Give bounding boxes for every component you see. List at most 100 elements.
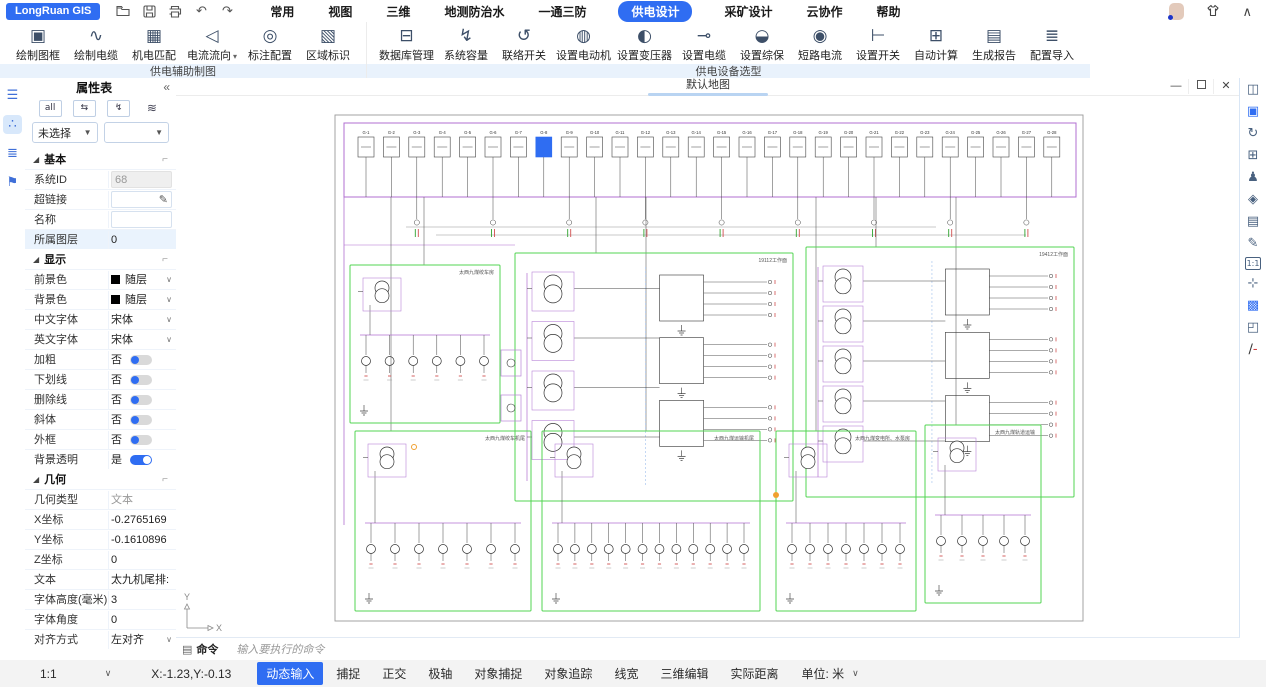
status-toggle-极轴[interactable]: 极轴 — [419, 662, 461, 685]
feeder-cell[interactable]: G-17 — [764, 130, 780, 197]
redo-icon[interactable]: ↷ — [220, 4, 234, 18]
feeder-cell[interactable]: G-15 — [714, 130, 730, 237]
edit-icon[interactable]: ✎ — [159, 191, 168, 208]
feeder-cell[interactable]: G-10 — [587, 130, 603, 197]
canvas-close-icon[interactable]: ✕ — [1213, 79, 1238, 94]
filter-power-icon[interactable]: ↯ — [107, 100, 130, 117]
tool-system-capacity[interactable]: ↯系统容量 — [438, 23, 494, 64]
feeder-cell[interactable]: G-18 — [790, 130, 806, 237]
tool-annotation-config[interactable]: ◎标注配置 — [242, 23, 298, 64]
prop-value[interactable]: 随层∨ — [108, 291, 176, 309]
dropdown-caret-icon[interactable]: ∨ — [166, 271, 172, 289]
menu-采矿设计[interactable]: 采矿设计 — [722, 1, 774, 22]
value-box[interactable]: ✎ — [111, 191, 172, 208]
bookmark-tag-icon[interactable]: ⚑ — [3, 173, 22, 192]
prop-value[interactable]: 左对齐∨ — [108, 631, 176, 649]
tool-short-circuit[interactable]: ◉短路电流 — [792, 23, 848, 64]
feeder-cell[interactable]: G-7 — [510, 130, 526, 197]
prop-value[interactable]: 否 — [108, 351, 176, 369]
prop-value[interactable]: 3 — [108, 591, 176, 609]
feeder-cell[interactable]: G-22 — [891, 130, 907, 197]
print-icon[interactable] — [168, 4, 182, 18]
scale-1-1-icon[interactable]: 1:1 — [1245, 257, 1261, 270]
roam-person-icon[interactable]: ♟ — [1244, 169, 1262, 186]
zoom-ratio[interactable]: 1:1 — [40, 667, 57, 681]
feeder-cell[interactable]: G-19 — [815, 130, 831, 197]
canvas-tab-default-map[interactable]: 默认地图 — [176, 78, 1240, 93]
feeder-cell[interactable]: G-6 — [485, 130, 501, 237]
menu-供电设计[interactable]: 供电设计 — [618, 1, 692, 22]
box-select-icon[interactable]: ▣ — [1244, 103, 1262, 120]
prop-value[interactable]: 否 — [108, 371, 176, 389]
tool-set-cable[interactable]: ⊸设置电缆 — [676, 23, 732, 64]
status-toggle-对象捕捉[interactable]: 对象捕捉 — [465, 662, 531, 685]
section-header-显示[interactable]: ◢显示⌐ — [25, 249, 176, 269]
schematic-section[interactable]: 太西九煤变电所、水泵房 — [776, 431, 916, 611]
schematic-section[interactable]: 太西九煤绞车房 — [350, 265, 500, 423]
prop-value[interactable]: 68 — [108, 171, 176, 188]
feeder-cell[interactable]: G-12 — [637, 130, 653, 237]
filter-swap-icon[interactable]: ⇆ — [73, 100, 96, 117]
tool-region-mark[interactable]: ▧区域标识 — [300, 23, 356, 64]
filter-layers-icon[interactable]: ≋ — [141, 101, 162, 116]
feeder-cell[interactable]: G-9 — [561, 130, 577, 237]
checker-grid-icon[interactable]: ▩ — [1244, 297, 1262, 314]
section-header-基本[interactable]: ◢基本⌐ — [25, 149, 176, 169]
value-box[interactable] — [111, 211, 172, 228]
zoom-caret-icon[interactable]: ∨ — [105, 668, 112, 679]
status-toggle-对象追踪[interactable]: 对象追踪 — [535, 662, 601, 685]
object-browser-icon[interactable]: ∴ — [3, 115, 22, 134]
cube-select-icon[interactable]: ◈ — [1244, 191, 1262, 208]
feeder-cell[interactable]: G-16 — [739, 130, 755, 197]
dropdown-caret-icon[interactable]: ∨ — [166, 291, 172, 309]
rotate-view-icon[interactable]: ↻ — [1244, 125, 1262, 142]
prop-value[interactable]: 否 — [108, 411, 176, 429]
status-toggle-线宽[interactable]: 线宽 — [605, 662, 647, 685]
feeder-cell[interactable]: G-20 — [841, 130, 857, 197]
tool-set-transformer[interactable]: ◐设置变压器 — [615, 23, 674, 64]
feeder-cell[interactable]: G-14 — [688, 130, 704, 197]
prop-value[interactable]: 否 — [108, 391, 176, 409]
command-input[interactable]: 输入要执行的命令 — [236, 641, 324, 657]
feeder-cell[interactable]: G-5 — [460, 130, 476, 197]
toggle-switch[interactable] — [130, 435, 152, 445]
status-toggle-动态输入[interactable]: 动态输入 — [257, 662, 323, 685]
tool-set-motor[interactable]: ◍设置电动机 — [554, 23, 613, 64]
prop-value[interactable]: 否 — [108, 431, 176, 449]
dropdown-caret-icon[interactable]: ∨ — [166, 311, 172, 329]
undo-icon[interactable]: ↶ — [194, 4, 208, 18]
draw-annotate-icon[interactable]: ✎ — [1244, 235, 1262, 252]
section-header-几何[interactable]: ◢几何⌐ — [25, 469, 176, 489]
tool-electromech-match[interactable]: ▦机电匹配 — [126, 23, 182, 64]
menu-三维[interactable]: 三维 — [384, 1, 412, 22]
tool-config-import[interactable]: ≣配置导入 — [1024, 23, 1080, 64]
prop-value[interactable]: 0 — [108, 611, 176, 629]
feeder-cell[interactable]: G-11 — [612, 130, 628, 197]
feeder-cell[interactable]: G-27 — [1018, 130, 1034, 237]
status-toggle-实际距离[interactable]: 实际距离 — [721, 662, 787, 685]
save-icon[interactable] — [142, 4, 156, 18]
dropdown-caret-icon[interactable]: ∨ — [166, 331, 172, 349]
prop-value[interactable]: 是 — [108, 451, 176, 469]
viewport-window-icon[interactable]: ▤ — [1244, 213, 1262, 230]
prop-value[interactable]: ✎ — [108, 191, 176, 208]
menu-视图[interactable]: 视图 — [326, 1, 354, 22]
feeder-cell[interactable]: G-21 — [866, 130, 882, 237]
tool-set-protection[interactable]: ◒设置综保 — [734, 23, 790, 64]
menu-地测防治水[interactable]: 地测防治水 — [442, 1, 506, 22]
menu-帮助[interactable]: 帮助 — [875, 1, 903, 22]
schematic-section[interactable]: 太西九煤轨道运输 — [925, 425, 1041, 603]
toggle-switch[interactable] — [130, 375, 152, 385]
grid-map-icon[interactable]: ⊞ — [1244, 147, 1262, 164]
feeder-cell[interactable]: G-3 — [409, 130, 425, 237]
toggle-switch[interactable] — [130, 415, 152, 425]
user-avatar[interactable] — [1169, 3, 1184, 20]
menu-常用[interactable]: 常用 — [268, 1, 296, 22]
filter-all-icon[interactable]: all — [39, 100, 62, 117]
feeder-cell[interactable]: G-2 — [383, 130, 399, 197]
prop-value[interactable] — [108, 211, 176, 228]
app-logo[interactable]: LongRuan GIS — [6, 3, 100, 20]
toggle-switch[interactable] — [130, 355, 152, 365]
collapse-ribbon-icon[interactable]: ∧ — [1242, 5, 1252, 18]
measure-line-icon[interactable]: ∕‑ — [1244, 341, 1262, 358]
